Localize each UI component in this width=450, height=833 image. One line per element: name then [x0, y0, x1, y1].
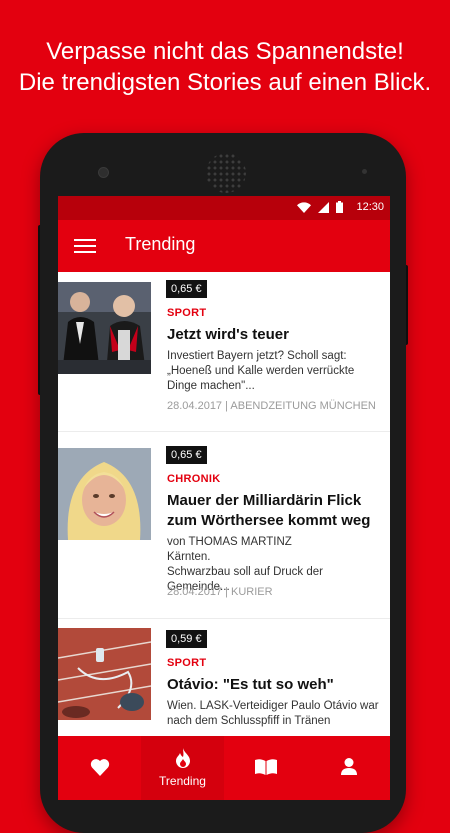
- article-thumbnail: [58, 282, 151, 374]
- article-teaser: Wien. LASK-Verteidiger Paulo Otávio war …: [167, 700, 379, 727]
- article-thumbnail: [58, 628, 151, 720]
- article-card[interactable]: 0,59 € SPORT Otávio: "Es tut so weh" Wie…: [58, 622, 390, 742]
- signal-icon: [318, 201, 330, 213]
- article-meta: 28.04.2017 | ABENDZEITUNG MÜNCHEN: [167, 400, 376, 412]
- heart-icon: [90, 759, 109, 776]
- price-badge: 0,59 €: [166, 630, 207, 648]
- price-badge: 0,65 €: [166, 280, 207, 298]
- phone-screen: 12:30 Trending 0,65 € SPORT Jetzt wird's…: [58, 196, 390, 800]
- article-category: SPORT: [167, 657, 207, 669]
- article-card[interactable]: 0,65 € CHRONIK Mauer der Milliardärin Fl…: [58, 438, 390, 624]
- app-bar: Trending: [58, 220, 390, 272]
- promo-line-2: Die trendigsten Stories auf einen Blick.: [18, 69, 432, 96]
- article-category: SPORT: [167, 307, 207, 319]
- nav-profile[interactable]: [307, 736, 390, 800]
- nav-reader[interactable]: [224, 736, 307, 800]
- hamburger-menu-icon[interactable]: [74, 236, 96, 256]
- article-card[interactable]: 0,65 € SPORT Jetzt wird's teuer Investie…: [58, 272, 390, 432]
- bottom-navigation: Trending: [58, 736, 390, 800]
- article-category: CHRONIK: [167, 473, 221, 485]
- article-meta: 28.04.2017 | KURIER: [167, 586, 273, 598]
- article-author: von THOMAS MARTINZ: [167, 536, 292, 548]
- promo-line-1: Verpasse nicht das Spannendste!: [46, 38, 404, 65]
- nav-favorites[interactable]: [58, 736, 141, 800]
- flame-icon: [175, 748, 190, 768]
- promo-headline: Verpasse nicht das Spannendste! Die tren…: [0, 36, 450, 98]
- nav-trending-label: Trending: [159, 774, 206, 788]
- book-icon: [254, 759, 277, 775]
- page-title: Trending: [125, 234, 196, 254]
- proximity-sensor: [362, 169, 367, 174]
- price-badge: 0,65 €: [166, 446, 207, 464]
- article-teaser: Investiert Bayern jetzt? Scholl sagt: „H…: [167, 350, 355, 392]
- divider: [58, 431, 390, 432]
- article-location: Kärnten.: [167, 551, 211, 563]
- earpiece-speaker: [206, 153, 246, 193]
- status-time: 12:30: [356, 201, 384, 213]
- battery-icon: [336, 201, 344, 213]
- nav-trending[interactable]: Trending: [141, 736, 224, 800]
- person-icon: [340, 758, 357, 775]
- status-bar: 12:30: [58, 196, 390, 220]
- article-thumbnail: [58, 448, 151, 540]
- wifi-icon: [297, 201, 312, 213]
- divider: [58, 618, 390, 619]
- article-title[interactable]: Mauer der Milliardärin Flick zum Wörther…: [167, 491, 382, 531]
- article-title[interactable]: Otávio: "Es tut so weh": [167, 675, 382, 695]
- front-camera-icon: [98, 167, 109, 178]
- article-title[interactable]: Jetzt wird's teuer: [167, 325, 382, 345]
